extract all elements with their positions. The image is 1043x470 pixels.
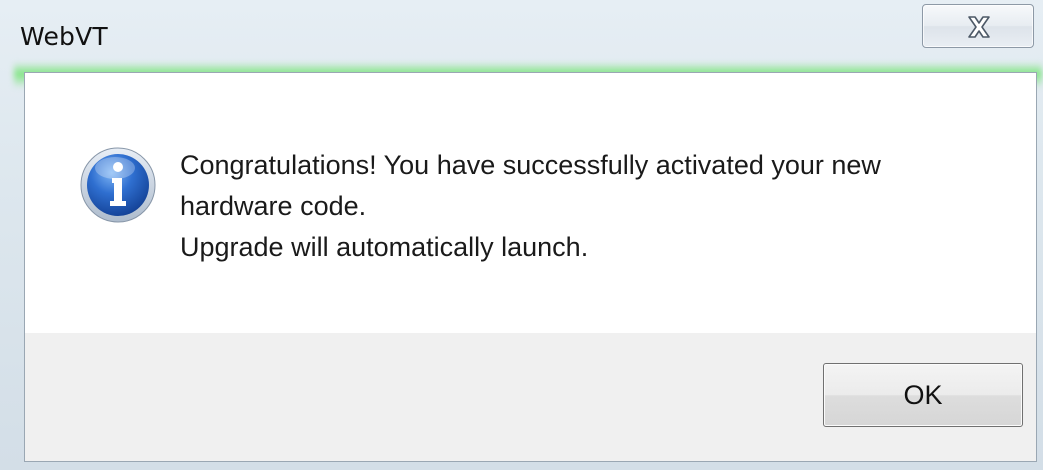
button-bar: OK <box>25 333 1036 461</box>
message-line: hardware code. <box>180 191 367 221</box>
message-text: Congratulations! You have successfully a… <box>180 145 1000 268</box>
dialog-body: Congratulations! You have successfully a… <box>24 72 1037 462</box>
message-line: Congratulations! You have successfully a… <box>180 150 881 180</box>
dialog-window: WebVT Congratulations! You have successf… <box>0 0 1043 470</box>
message-line: Upgrade will automatically launch. <box>180 232 589 262</box>
title-bar[interactable]: WebVT <box>0 0 1043 88</box>
close-icon <box>968 16 990 38</box>
info-icon <box>80 147 156 223</box>
message-area: Congratulations! You have successfully a… <box>25 73 1036 333</box>
window-title: WebVT <box>20 22 108 51</box>
ok-button[interactable]: OK <box>823 363 1023 427</box>
close-button[interactable] <box>922 4 1034 48</box>
